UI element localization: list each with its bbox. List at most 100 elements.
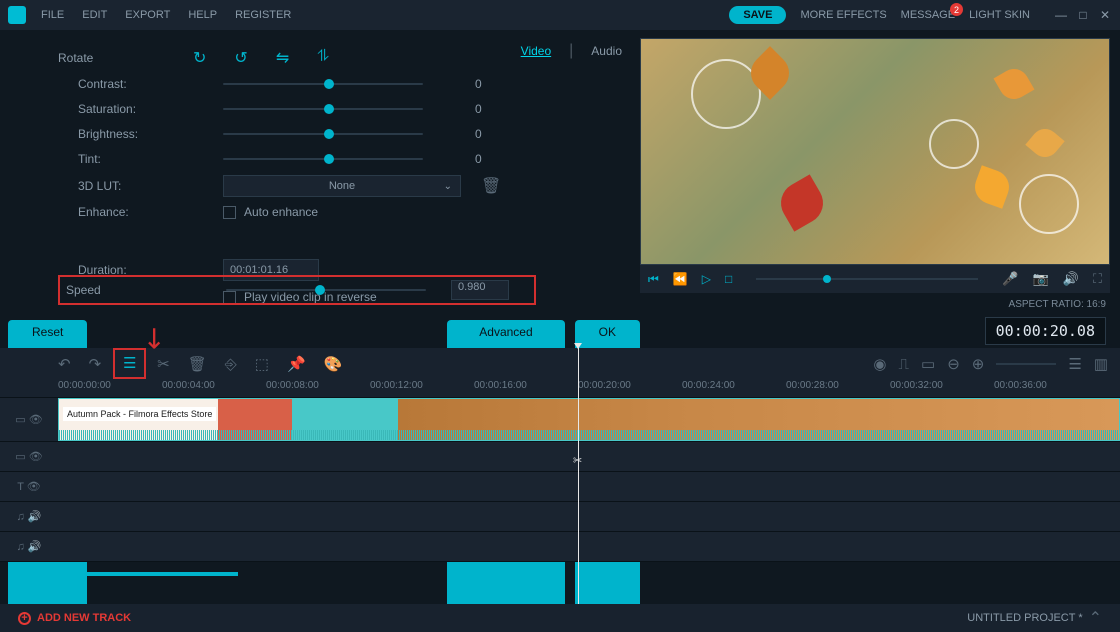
tint-label: Tint: [58, 152, 223, 166]
tab-video[interactable]: Video [521, 44, 551, 58]
marker-icon[interactable]: ◉ [873, 355, 886, 373]
brightness-value: 0 [475, 127, 505, 141]
fullscreen-icon[interactable]: ⛶ [1093, 271, 1102, 287]
audio-track-2-header[interactable]: ♫ 🔊 [0, 540, 58, 553]
tab-divider: | [569, 42, 573, 60]
flip-vertical-icon[interactable]: ⥮ [317, 48, 329, 68]
tab-audio[interactable]: Audio [591, 44, 622, 58]
zoom-out-icon[interactable]: ⊖ [947, 355, 960, 373]
audio-track-1-header[interactable]: ♫ 🔊 [0, 510, 58, 523]
pin-icon[interactable]: 📌 [287, 355, 306, 373]
cut-icon[interactable]: ✂ [157, 355, 170, 373]
settings-icon[interactable]: ▥ [1094, 355, 1108, 373]
snapshot-icon[interactable]: 📷 [1033, 271, 1049, 287]
undo-icon[interactable]: ↶ [58, 355, 71, 373]
tint-value: 0 [475, 152, 505, 166]
flip-horizontal-icon[interactable]: ⇋ [276, 48, 289, 68]
menu-register[interactable]: REGISTER [235, 9, 291, 21]
crop-icon[interactable]: ⎆ [225, 356, 237, 373]
preview-video[interactable] [640, 38, 1110, 265]
minimize-icon[interactable]: — [1054, 8, 1068, 22]
chevron-up-icon[interactable]: ⌃ [1089, 608, 1102, 628]
enhance-label: Enhance: [58, 205, 223, 219]
timecode-display: 00:00:20.08 [985, 317, 1106, 345]
video-track-header[interactable]: ▭ 👁 [0, 413, 58, 426]
contrast-value: 0 [475, 77, 505, 91]
export-icon[interactable]: ⬚ [255, 355, 269, 373]
tint-slider[interactable] [223, 158, 423, 160]
audio-mixer-icon[interactable]: ⎍ [899, 356, 910, 373]
ruler-tick: 00:00:28:00 [786, 380, 839, 391]
video-clip[interactable]: Autumn Pack - Filmora Effects Store [58, 398, 1120, 441]
play-icon[interactable]: ▷ [702, 272, 711, 286]
more-effects-link[interactable]: MORE EFFECTS [800, 9, 886, 21]
menu-edit[interactable]: EDIT [82, 9, 107, 21]
rotate-ccw-icon[interactable]: ↺ [234, 48, 247, 68]
menu-help[interactable]: HELP [188, 9, 217, 21]
saturation-value: 0 [475, 102, 505, 116]
ruler-tick: 00:00:20:00 [578, 380, 631, 391]
clip-label: Autumn Pack - Filmora Effects Store [63, 407, 216, 421]
text-track: T 👁 [0, 472, 1120, 502]
app-logo-icon [8, 6, 26, 24]
volume-icon[interactable]: 🔊 [1063, 271, 1079, 287]
message-link[interactable]: MESSAGE 2 [901, 9, 955, 21]
rotate-cw-icon[interactable]: ↻ [193, 48, 206, 68]
speed-input[interactable]: 0.980 [451, 280, 509, 300]
microphone-icon[interactable]: 🎤 [1002, 271, 1018, 287]
project-name-label[interactable]: UNTITLED PROJECT * [967, 612, 1082, 624]
contrast-label: Contrast: [58, 77, 223, 91]
maximize-icon[interactable]: □ [1076, 8, 1090, 22]
speed-label: Speed [66, 283, 226, 297]
delete-icon[interactable]: 🗑 [188, 355, 207, 373]
ruler-tick: 00:00:16:00 [474, 380, 527, 391]
ruler-tick: 00:00:00:00 [58, 380, 111, 391]
lut-select[interactable]: None ⌄ [223, 175, 461, 197]
ruler-tick: 00:00:36:00 [994, 380, 1047, 391]
ruler-tick: 00:00:12:00 [370, 380, 423, 391]
playhead[interactable]: ✂ [578, 348, 579, 604]
overlay-track-header[interactable]: ▭ 👁 [0, 450, 58, 463]
overlay-track: ▭ 👁 [0, 442, 1120, 472]
menu-file[interactable]: FILE [41, 9, 64, 21]
contrast-slider[interactable] [223, 83, 423, 85]
step-back-icon[interactable]: ⏪ [673, 272, 688, 286]
text-track-header[interactable]: T 👁 [0, 480, 58, 493]
trash-icon[interactable]: 🗑 [481, 176, 501, 196]
light-skin-toggle[interactable]: LIGHT SKIN [969, 9, 1030, 21]
audio-track-1: ♫ 🔊 [0, 502, 1120, 532]
color-icon[interactable]: 🎨 [324, 355, 343, 373]
brightness-slider[interactable] [223, 133, 423, 135]
view-mode-icon[interactable]: ☰ [1068, 355, 1081, 373]
save-button[interactable]: SAVE [729, 6, 786, 24]
scissors-icon: ✂ [573, 454, 582, 467]
menu-export[interactable]: EXPORT [125, 9, 170, 21]
ruler-tick: 00:00:24:00 [682, 380, 735, 391]
main-menu: FILE EDIT EXPORT HELP REGISTER [41, 9, 729, 21]
close-icon[interactable]: ✕ [1098, 8, 1112, 22]
title-bar: FILE EDIT EXPORT HELP REGISTER SAVE MORE… [0, 0, 1120, 30]
add-new-track-button[interactable]: + ADD NEW TRACK [18, 612, 131, 625]
plus-icon: + [18, 612, 31, 625]
auto-enhance-checkbox[interactable] [223, 206, 236, 219]
stop-icon[interactable]: □ [725, 272, 732, 286]
prev-frame-icon[interactable]: ⏮ [648, 272, 659, 287]
saturation-slider[interactable] [223, 108, 423, 110]
zoom-slider[interactable] [996, 363, 1056, 365]
chevron-down-icon: ⌄ [444, 181, 452, 192]
auto-enhance-label: Auto enhance [244, 205, 318, 219]
preview-scrubber[interactable] [756, 278, 978, 280]
bottom-bar: + ADD NEW TRACK UNTITLED PROJECT * ⌃ [0, 604, 1120, 632]
frame-icon[interactable]: ▭ [921, 355, 935, 373]
brightness-label: Brightness: [58, 127, 223, 141]
edit-clip-icon[interactable]: ☰ [123, 355, 136, 372]
ruler-tick: 00:00:32:00 [890, 380, 943, 391]
aspect-ratio-label: ASPECT RATIO: 16:9 [1009, 299, 1106, 310]
timeline-ruler[interactable]: 00:00:00:00 00:00:04:00 00:00:08:00 00:0… [0, 380, 1120, 398]
zoom-in-icon[interactable]: ⊕ [972, 355, 985, 373]
horizontal-scrollbar[interactable] [58, 572, 238, 576]
video-track-1: ▭ 👁 Autumn Pack - Filmora Effects Store [0, 398, 1120, 442]
properties-panel: Video | Audio Rotate ↻ ↺ ⇋ ⥮ Contrast: 0… [0, 30, 640, 345]
speed-slider[interactable] [226, 289, 426, 291]
redo-icon[interactable]: ↷ [89, 355, 102, 373]
